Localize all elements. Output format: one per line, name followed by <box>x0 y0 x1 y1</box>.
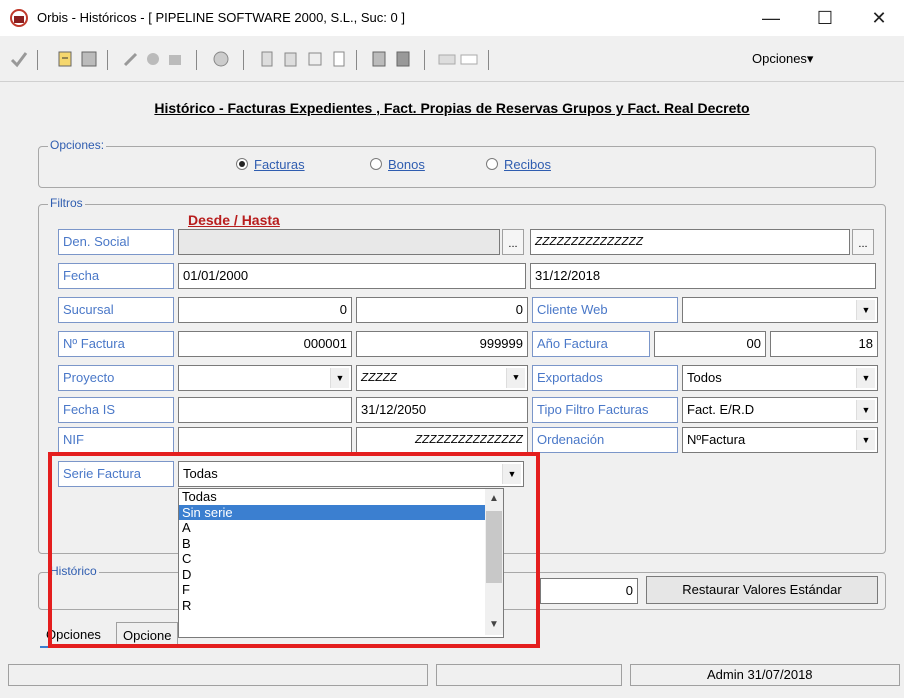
chevron-down-icon: ▼ <box>856 430 875 450</box>
fecha-label: Fecha <box>58 263 174 289</box>
ordenacion-select[interactable]: NºFactura ▼ <box>682 427 878 453</box>
den-social-from-browse-button[interactable]: ... <box>502 229 524 255</box>
exportados-select[interactable]: Todos ▼ <box>682 365 878 391</box>
ordenacion-label: Ordenación <box>532 427 678 453</box>
page-icon[interactable] <box>330 50 348 68</box>
export-icon[interactable] <box>56 50 74 68</box>
chevron-down-icon: ▼ <box>506 368 525 388</box>
highlight-frame <box>48 452 540 648</box>
status-user-date: Admin 31/07/2018 <box>630 664 900 686</box>
list-icon[interactable] <box>306 50 324 68</box>
proyecto-to-select[interactable]: ZZZZZ ▼ <box>356 365 528 391</box>
sucursal-from-input[interactable]: 0 <box>178 297 352 323</box>
restore-defaults-button[interactable]: Restaurar Valores Estándar <box>646 576 878 604</box>
check-icon[interactable] <box>10 50 28 68</box>
status-bar: Admin 31/07/2018 <box>0 664 904 698</box>
radio-bonos[interactable]: Bonos <box>370 157 425 172</box>
radio-recibos[interactable]: Recibos <box>486 157 551 172</box>
mail-icon[interactable] <box>438 50 456 68</box>
tipo-filtro-label: Tipo Filtro Facturas <box>532 397 678 423</box>
maximize-button[interactable]: ☐ <box>802 0 848 36</box>
title-bar: Orbis - Históricos - [ PIPELINE SOFTWARE… <box>0 0 904 36</box>
filtros-label: Filtros <box>48 196 85 210</box>
proyecto-from-select[interactable]: ▼ <box>178 365 352 391</box>
ano-factura-from-input[interactable]: 00 <box>654 331 766 357</box>
print-icon[interactable] <box>212 50 230 68</box>
sucursal-to-input[interactable]: 0 <box>356 297 528 323</box>
status-panel-2 <box>436 664 622 686</box>
fecha-is-from-input[interactable] <box>178 397 352 423</box>
close-button[interactable]: ✕ <box>856 0 902 36</box>
pencil-icon[interactable] <box>122 50 140 68</box>
edit-icon[interactable] <box>144 50 162 68</box>
exportados-label: Exportados <box>532 365 678 391</box>
desde-hasta-label: Desde / Hasta <box>188 212 280 228</box>
fecha-from-input[interactable]: 01/01/2000 <box>178 263 526 289</box>
minimize-button[interactable]: — <box>748 0 794 36</box>
nif-label: NIF <box>58 427 174 453</box>
toolbar: Opciones▾ <box>0 36 904 82</box>
fecha-is-to-input[interactable]: 31/12/2050 <box>356 397 528 423</box>
nif-from-input[interactable] <box>178 427 352 453</box>
status-panel-1 <box>8 664 428 686</box>
radio-facturas[interactable]: Facturas <box>236 157 305 172</box>
den-social-to-browse-button[interactable]: ... <box>852 229 874 255</box>
cliente-web-select[interactable]: ▼ <box>682 297 878 323</box>
envelope-icon[interactable] <box>460 50 478 68</box>
delete-icon[interactable] <box>166 50 184 68</box>
cliente-web-label: Cliente Web <box>532 297 678 323</box>
options-menu[interactable]: Opciones▾ <box>752 51 813 67</box>
document-icon[interactable] <box>258 50 276 68</box>
report-icon[interactable] <box>370 50 388 68</box>
save-icon[interactable] <box>394 50 412 68</box>
chevron-down-icon: ▼ <box>856 300 875 320</box>
historico-input[interactable]: 0 <box>540 578 638 604</box>
n-factura-from-input[interactable]: 000001 <box>178 331 352 357</box>
sucursal-label: Sucursal <box>58 297 174 323</box>
den-social-label: Den. Social <box>58 229 174 255</box>
n-factura-label: Nº Factura <box>58 331 174 357</box>
copy-icon[interactable] <box>282 50 300 68</box>
den-social-to-input[interactable]: ZZZZZZZZZZZZZZZ <box>530 229 850 255</box>
opciones-label: Opciones: <box>48 138 107 152</box>
opciones-group <box>38 146 876 188</box>
chevron-down-icon: ▼ <box>856 400 875 420</box>
chevron-down-icon: ▼ <box>330 368 349 388</box>
nif-to-input[interactable]: ZZZZZZZZZZZZZZZ <box>356 427 528 453</box>
ano-factura-to-input[interactable]: 18 <box>770 331 878 357</box>
proyecto-label: Proyecto <box>58 365 174 391</box>
fecha-is-label: Fecha IS <box>58 397 174 423</box>
n-factura-to-input[interactable]: 999999 <box>356 331 528 357</box>
page-title: Histórico - Facturas Expedientes , Fact.… <box>154 100 750 116</box>
chevron-down-icon: ▼ <box>856 368 875 388</box>
tipo-filtro-select[interactable]: Fact. E/R.D ▼ <box>682 397 878 423</box>
window-title: Orbis - Históricos - [ PIPELINE SOFTWARE… <box>37 10 405 25</box>
settings-icon[interactable] <box>80 50 98 68</box>
fecha-to-input[interactable]: 31/12/2018 <box>530 263 876 289</box>
app-icon <box>10 9 28 27</box>
den-social-from-input[interactable] <box>178 229 500 255</box>
ano-factura-label: Año Factura <box>532 331 650 357</box>
